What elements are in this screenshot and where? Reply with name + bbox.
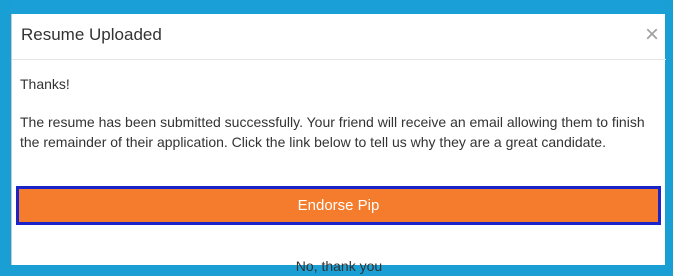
endorse-button-label: Endorse Pip [21,191,656,220]
thanks-text: Thanks! [20,76,70,92]
confirmation-message: The resume has been submitted successful… [20,114,645,150]
close-icon[interactable]: × [640,23,664,48]
backdrop-right [665,0,673,265]
dialog-body: Thanks! The resume has been submitted su… [20,74,660,152]
dialog-header: Resume Uploaded × [12,14,666,60]
dialog-title: Resume Uploaded [21,25,162,44]
backdrop [0,0,673,14]
resume-uploaded-dialog: Resume Uploaded × Thanks! The resume has… [11,14,666,274]
no-thank-you-link[interactable]: No, thank you [12,256,666,276]
endorse-button[interactable]: Endorse Pip [16,186,661,225]
backdrop-left [0,0,11,265]
